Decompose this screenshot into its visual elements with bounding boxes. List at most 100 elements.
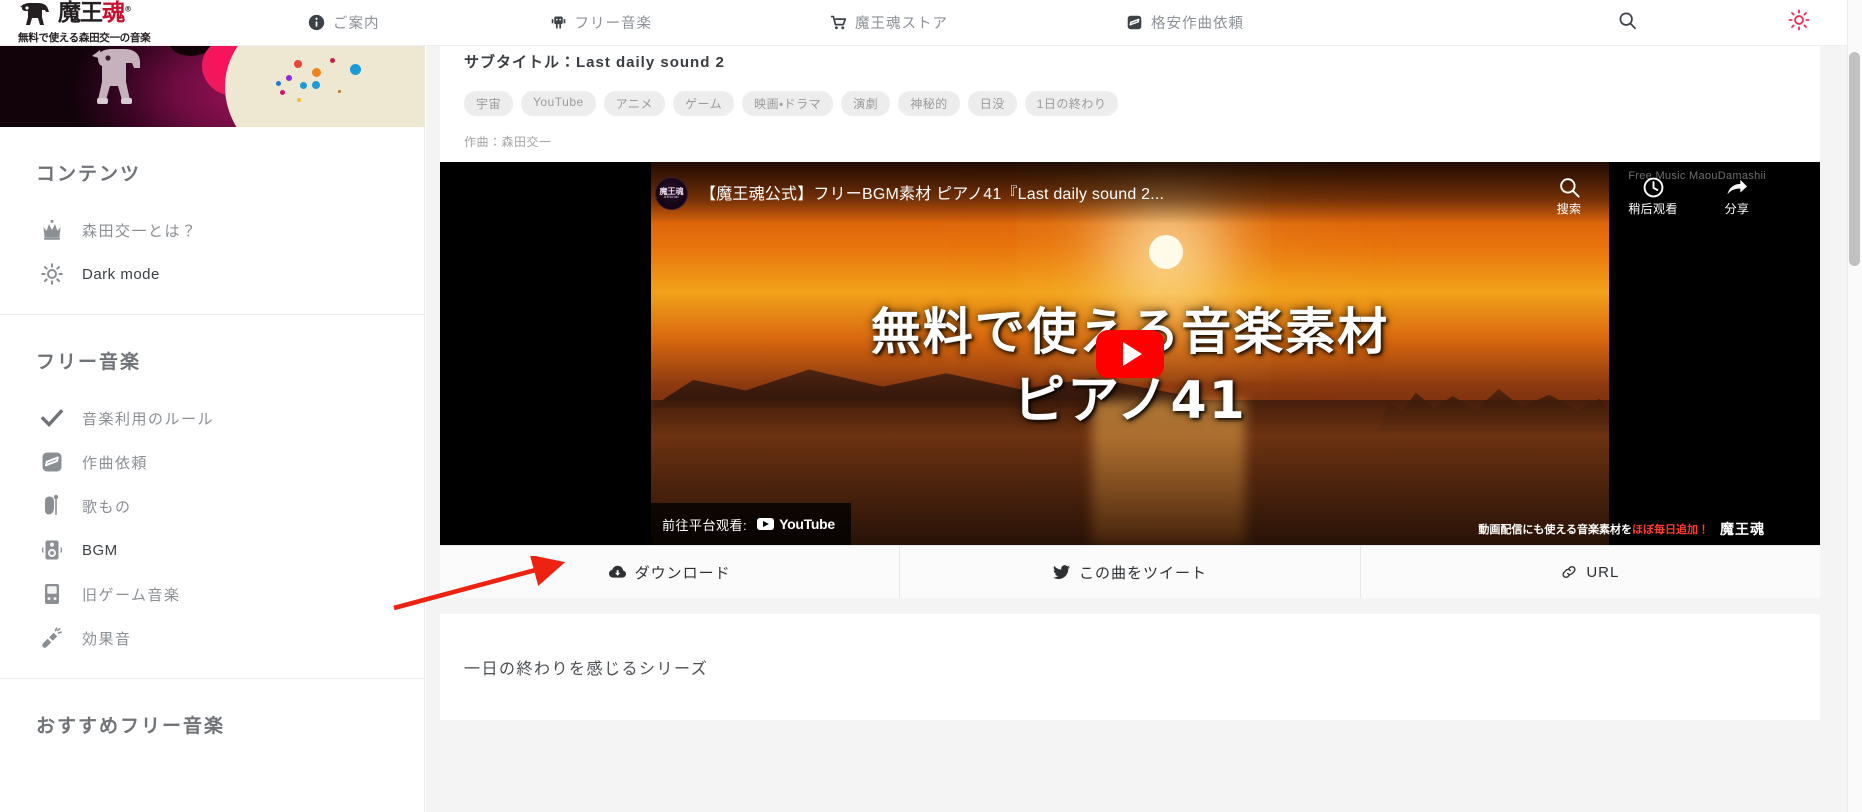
sidebar-item-label: BGM [82,541,118,559]
video-section: 無料で使える音楽素材 ピアノ41 魔王魂 official 【魔王魂公式】フリー… [440,162,1820,599]
nav-item-store[interactable]: 魔王魂ストア [830,12,948,33]
search-icon [1618,11,1637,35]
song-subtitle: サブタイトル：Last daily sound 2 [464,54,725,72]
youtube-button[interactable]: YouTube [757,516,835,532]
sidebar: コンテンツ 森田交一とは？ Dark mode フリー音楽 音楽利用のルール 作… [0,46,425,812]
nav-label: 格安作曲依頼 [1151,16,1244,32]
sidebar-section-contents: コンテンツ 森田交一とは？ Dark mode [0,127,424,296]
clock-icon [1625,176,1681,199]
sidebar-item-vocal[interactable]: 歌もの [0,484,424,528]
tag-item[interactable]: 神秘的 [898,91,960,117]
cart-icon [830,14,847,31]
sidebar-section-title: コンテンツ [36,164,142,185]
link-icon [1561,564,1577,580]
search-button[interactable] [1597,0,1657,46]
description-card: 一日の終わりを感じるシリーズ [440,614,1820,721]
video-overlay-controls: 搜索 稍后观看 分享 [1541,176,1765,218]
crown-icon [40,218,64,242]
brand-wordmark: 魔王魂® [58,0,132,26]
nav-label: ご案内 [333,16,380,32]
robot-icon [550,14,567,31]
check-icon [40,406,64,430]
youtube-icon [757,518,775,531]
sidebar-item-label: 森田交一とは？ [82,222,198,240]
sidebar-item-label: 音楽利用のルール [82,410,215,428]
action-label: ダウンロード [634,564,731,582]
search-icon [1541,176,1597,199]
sun-icon [40,262,64,286]
youtube-embed[interactable]: 無料で使える音楽素材 ピアノ41 魔王魂 official 【魔王魂公式】フリー… [440,162,1820,546]
video-search-button[interactable]: 搜索 [1541,176,1597,218]
twitter-icon [1052,565,1070,580]
sidebar-item-sfx[interactable]: 効果音 [0,616,424,660]
youtube-label: YouTube [779,516,835,533]
action-label: URL [1586,563,1620,581]
page-scrollbar[interactable] [1847,0,1862,812]
tweet-button[interactable]: この曲をツイート [900,546,1361,599]
singer-icon [40,494,64,518]
action-bar: ダウンロード この曲をツイート URL [440,545,1820,599]
tag-item[interactable]: 演劇 [841,91,891,117]
tag-item[interactable]: アニメ [603,91,665,117]
nav-label: フリー音楽 [574,16,652,32]
tag-item[interactable]: ゲーム [672,91,735,117]
video-watch-later-button[interactable]: 稍后观看 [1625,176,1681,218]
nav-item-guide[interactable]: ご案内 [308,12,380,33]
tag-item[interactable]: 日没 [967,91,1017,117]
video-share-button[interactable]: 分享 [1709,176,1765,218]
video-control-label: 分享 [1724,202,1750,217]
site-logo[interactable]: 魔王魂® 無料で使える森田交一の音楽 [0,0,200,46]
sidebar-item-commission[interactable]: 作曲依頼 [0,440,424,484]
header-actions [1597,0,1847,46]
sidebar-section-recommended: おすすめフリー音楽 [0,679,424,760]
tag-item[interactable]: 映画・ドラマ [742,91,834,117]
sidebar-item-label: 旧ゲーム音楽 [82,586,181,604]
gameboy-icon [40,582,64,606]
sidebar-item-label: 効果音 [82,630,132,648]
sidebar-section-title: フリー音楽 [36,352,142,373]
sun-icon [1788,9,1810,36]
video-control-label: 搜索 [1556,202,1582,217]
nav-label: 魔王魂ストア [855,16,948,32]
brand-tagline: 無料で使える森田交一の音楽 [18,31,151,44]
tag-list: 宇宙 YouTube アニメ ゲーム 映画・ドラマ 演劇 神秘的 日没 1日の終… [464,91,1796,117]
video-title[interactable]: 【魔王魂公式】フリーBGM素材 ピアノ41『Last daily sound 2… [700,180,1164,204]
sidebar-section-free-music: フリー音楽 音楽利用のルール 作曲依頼 歌もの BGM 旧ゲーム音楽 効果音 [0,315,424,660]
horse-logo-icon [18,1,52,27]
cloud-download-icon [608,565,626,580]
sidebar-item-rules[interactable]: 音楽利用のルール [0,396,424,440]
sidebar-banner-image [0,46,425,127]
sidebar-item-retro-game[interactable]: 旧ゲーム音楽 [0,572,424,616]
scrollbar-thumb[interactable] [1849,52,1860,266]
nav-item-free-music[interactable]: フリー音楽 [550,12,653,33]
note-square-icon [40,450,64,474]
composer-credit: 作曲：森田交一 [464,135,552,150]
note-square-icon [1126,14,1143,31]
play-button[interactable] [1096,329,1164,378]
nav-item-commission[interactable]: 格安作曲依頼 [1126,12,1244,33]
tag-item[interactable]: 1日の終わり [1024,91,1119,117]
site-header: 魔王魂® 無料で使える森田交一の音楽 ご案内 フリー音楽 魔王魂ストア 格安作曲… [0,0,1847,46]
theme-toggle-button[interactable] [1769,0,1829,46]
sidebar-item-dark-mode[interactable]: Dark mode [0,252,424,296]
url-button[interactable]: URL [1361,546,1820,598]
tag-item[interactable]: 宇宙 [464,91,514,117]
song-card: ピアノ41 サブタイトル：Last daily sound 2 宇宙 YouTu… [440,0,1820,599]
main-content: ピアノ41 サブタイトル：Last daily sound 2 宇宙 YouTu… [426,0,1847,812]
sidebar-item-about[interactable]: 森田交一とは？ [0,208,424,252]
main-nav: ご案内 フリー音楽 魔王魂ストア 格安作曲依頼 [200,0,1597,46]
megaphone-icon [40,626,64,650]
sidebar-item-label: 作曲依頼 [82,454,149,472]
video-control-label: 稍后观看 [1628,202,1678,217]
info-icon [308,14,325,31]
tag-item[interactable]: YouTube [521,91,596,117]
channel-avatar-sublabel: official [664,195,679,200]
sidebar-item-bgm[interactable]: BGM [0,528,424,572]
sidebar-item-label: Dark mode [82,265,160,283]
share-icon [1709,176,1765,199]
download-button[interactable]: ダウンロード [440,546,901,599]
watch-on-platform-bar: 前往平台观看: YouTube [651,503,851,546]
footer-text: 動画配信にも使える音楽素材をほぼ毎日追加！ [1478,524,1709,537]
watch-on-label: 前往平台观看: [662,517,748,533]
sidebar-item-label: 歌もの [82,498,132,516]
